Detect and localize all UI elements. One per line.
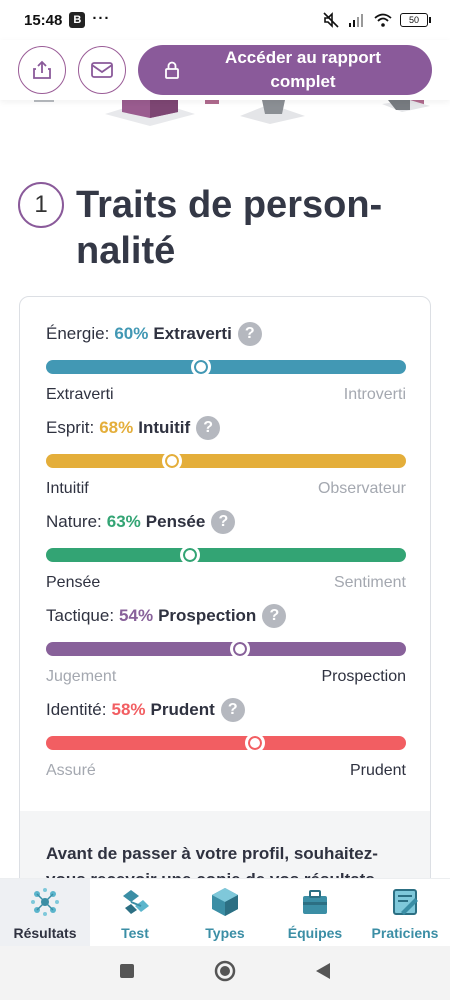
slider-knob <box>162 451 182 471</box>
share-button[interactable] <box>18 46 66 94</box>
lock-icon <box>164 61 180 79</box>
trait-slider <box>46 733 406 753</box>
trait-percent: 58% <box>111 700 146 719</box>
email-button[interactable] <box>78 46 126 94</box>
envelope-icon <box>91 62 113 78</box>
trait-mind: Esprit: 68% Intuitif ? Intuitif Observat… <box>46 414 406 498</box>
notification-badge-icon: B <box>69 12 86 28</box>
system-nav-bar <box>0 946 450 1000</box>
trait-percent: 60% <box>114 324 149 343</box>
right-label: Introverti <box>343 386 406 403</box>
nav-test[interactable]: Test <box>90 879 180 946</box>
traits-card: Énergie: 60% Extraverti ? Extraverti Int… <box>19 296 431 916</box>
nav-results[interactable]: Résultats <box>0 879 90 946</box>
help-icon[interactable]: ? <box>237 322 262 346</box>
trait-name: Esprit: <box>46 418 95 437</box>
full-report-button[interactable]: Accéder au rapport complet <box>138 45 432 95</box>
bottom-nav: Résultats Test Types Équipes Praticiens <box>0 878 450 946</box>
trait-percent: 68% <box>99 418 134 437</box>
slider-knob <box>190 357 211 377</box>
right-label: Prudent <box>349 762 406 779</box>
nav-practitioners[interactable]: Praticiens <box>360 879 450 946</box>
trait-side: Intuitif <box>138 418 191 437</box>
nav-types-label: Types <box>205 925 245 941</box>
slider-knob <box>230 639 251 659</box>
trait-percent: 54% <box>119 606 154 625</box>
back-triangle-icon <box>315 962 330 979</box>
right-label: Prospection <box>321 668 407 685</box>
test-icon <box>118 885 152 919</box>
left-label: Extraverti <box>46 386 114 403</box>
section-heading: 1 Traits de person-nalité <box>18 182 432 274</box>
trait-slider <box>46 451 406 471</box>
left-label: Pensée <box>46 574 101 591</box>
action-bar: Accéder au rapport complet <box>0 40 450 100</box>
trait-slider <box>46 639 406 659</box>
help-icon[interactable]: ? <box>262 604 287 628</box>
hero-illustration <box>0 100 450 126</box>
types-icon <box>208 885 242 919</box>
nav-results-label: Résultats <box>13 925 77 941</box>
section-number: 1 <box>18 182 64 228</box>
nav-test-label: Test <box>121 925 149 941</box>
more-notifications-icon: ··· <box>92 9 111 27</box>
trait-tactics: Tactique: 54% Prospection ? Jugement Pro… <box>46 602 406 686</box>
trait-nature: Nature: 63% Pensée ? Pensée Sentiment <box>46 508 406 592</box>
help-icon[interactable]: ? <box>196 416 221 440</box>
trait-identity: Identité: 58% Prudent ? Assuré Prudent <box>46 696 406 780</box>
left-label: Assuré <box>46 762 96 779</box>
share-icon <box>33 60 51 79</box>
app-frame: 15:48 B ··· 50 Accéder au rapport comple… <box>0 0 450 1000</box>
trait-side: Prudent <box>150 700 215 719</box>
left-label: Jugement <box>46 668 117 685</box>
status-bar: 15:48 B ··· 50 <box>0 0 450 40</box>
home-circle-icon <box>214 960 236 981</box>
home-button[interactable] <box>213 959 237 988</box>
status-time: 15:48 <box>24 11 63 29</box>
nav-teams-label: Équipes <box>287 925 343 941</box>
nav-teams[interactable]: Équipes <box>270 879 360 946</box>
trait-energy: Énergie: 60% Extraverti ? Extraverti Int… <box>46 320 406 404</box>
section-title: Traits de person-nalité <box>76 184 383 272</box>
trait-side: Extraverti <box>153 324 232 343</box>
trait-slider <box>46 357 406 377</box>
wifi-icon <box>374 13 392 27</box>
nav-practitioners-label: Praticiens <box>371 925 439 941</box>
left-label: Intuitif <box>46 480 89 497</box>
recent-apps-button[interactable] <box>118 962 136 985</box>
practitioners-icon <box>388 885 422 919</box>
back-button[interactable] <box>314 961 332 986</box>
square-icon <box>120 963 135 978</box>
trait-name: Énergie: <box>46 324 110 343</box>
nav-types[interactable]: Types <box>180 879 270 946</box>
slider-knob <box>180 545 200 565</box>
slider-knob <box>244 733 265 753</box>
trait-name: Identité: <box>46 700 107 719</box>
battery-icon: 50 <box>400 13 431 27</box>
help-icon[interactable]: ? <box>220 698 245 722</box>
signal-icon <box>349 14 363 27</box>
trait-name: Nature: <box>46 512 102 531</box>
trait-side: Pensée <box>145 512 206 531</box>
trait-slider <box>46 545 406 565</box>
trait-percent: 63% <box>106 512 141 531</box>
right-label: Observateur <box>317 480 406 497</box>
trait-name: Tactique: <box>46 606 115 625</box>
help-icon[interactable]: ? <box>211 510 236 534</box>
right-label: Sentiment <box>333 574 406 591</box>
full-report-label: Accéder au rapport complet <box>225 48 381 91</box>
results-icon <box>28 885 62 919</box>
teams-icon <box>298 885 332 919</box>
trait-side: Prospection <box>158 606 257 625</box>
mute-icon <box>323 12 339 28</box>
